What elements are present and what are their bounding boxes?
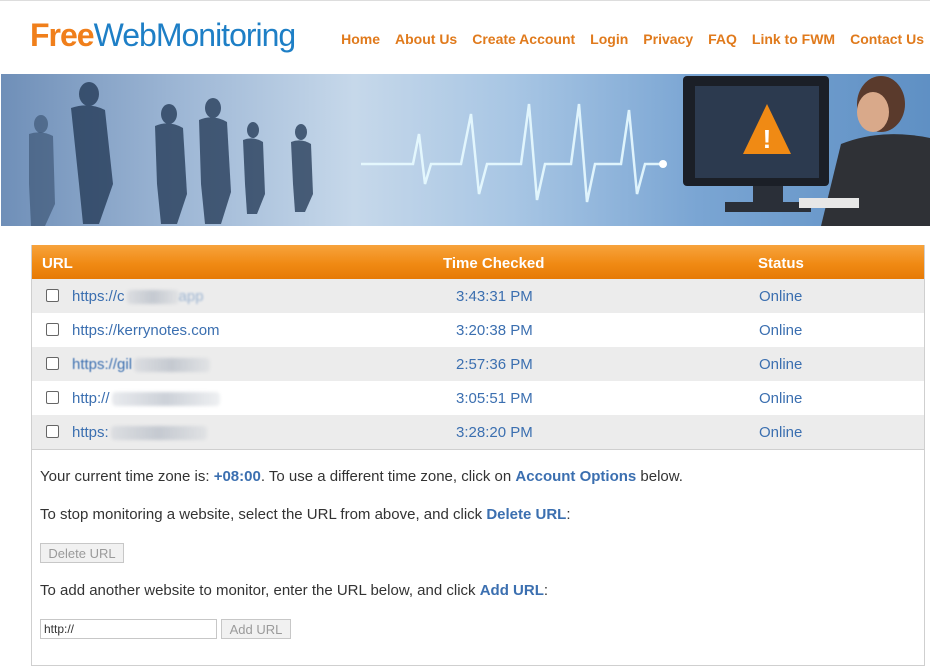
- add-instructions: To add another website to monitor, enter…: [40, 582, 548, 599]
- redacted-url-blur: [111, 392, 220, 407]
- new-url-input[interactable]: http://: [40, 619, 217, 639]
- nav-link-to-fwm[interactable]: Link to FWM: [752, 31, 835, 47]
- row-url[interactable]: https:: [72, 424, 207, 441]
- row-select-checkbox[interactable]: [46, 391, 59, 404]
- row-status: Online: [759, 356, 803, 373]
- row-url[interactable]: https://kerrynotes.com: [72, 322, 220, 339]
- row-status: Online: [759, 322, 803, 339]
- column-header-status: Status: [758, 255, 804, 272]
- row-status: Online: [759, 424, 803, 441]
- table-row: https://kerrynotes.com 3:20:38 PM Online: [32, 313, 924, 347]
- timezone-message: Your current time zone is: +08:00. To us…: [40, 468, 683, 485]
- delete-instructions: To stop monitoring a website, select the…: [40, 506, 571, 523]
- delete-suffix: :: [566, 506, 571, 523]
- row-select-checkbox[interactable]: [46, 357, 59, 370]
- row-url-text: http://: [72, 390, 110, 407]
- delete-url-button[interactable]: Delete URL: [40, 543, 124, 563]
- add-suffix: :: [543, 582, 549, 599]
- row-status: Online: [759, 390, 803, 407]
- row-url[interactable]: https://gil: [72, 356, 211, 373]
- table-row: https: 3:28:20 PM Online: [32, 415, 924, 449]
- redacted-url-blur: [134, 358, 211, 373]
- monitored-urls-panel: URL Time Checked Status https://c app 3:4…: [31, 245, 925, 666]
- table-bottom-divider: [32, 449, 924, 450]
- timezone-middle: . To use a different time zone, click on: [260, 468, 516, 485]
- row-url-text: https:: [72, 424, 109, 441]
- timezone-value: +08:00: [213, 468, 261, 485]
- row-time-checked: 3:28:20 PM: [456, 424, 533, 441]
- delete-prefix: To stop monitoring a website, select the…: [40, 506, 487, 523]
- column-header-time-checked: Time Checked: [443, 255, 545, 272]
- main-nav: Home About Us Create Account Login Priva…: [341, 31, 924, 47]
- logo-free-text: Free: [30, 17, 95, 53]
- nav-about-us[interactable]: About Us: [395, 31, 457, 47]
- redacted-url-blur: [110, 426, 207, 441]
- timezone-suffix: below.: [636, 468, 683, 485]
- row-url-text: https://kerrynotes.com: [72, 322, 220, 339]
- nav-login[interactable]: Login: [590, 31, 628, 47]
- nav-privacy[interactable]: Privacy: [643, 31, 693, 47]
- delete-url-link-text: Delete URL: [486, 506, 567, 523]
- nav-contact-us[interactable]: Contact Us: [850, 31, 924, 47]
- row-time-checked: 3:05:51 PM: [456, 390, 533, 407]
- row-url-suffix: app: [178, 288, 204, 305]
- timezone-prefix: Your current time zone is:: [40, 468, 214, 485]
- row-url[interactable]: https://c app: [72, 288, 204, 305]
- site-logo[interactable]: FreeWebMonitoring: [30, 17, 297, 54]
- site-header: FreeWebMonitoring Home About Us Create A…: [0, 0, 930, 75]
- logo-brand-text: WebMonitoring: [93, 17, 297, 53]
- nav-faq[interactable]: FAQ: [708, 31, 737, 47]
- banner-illustration: !: [29, 76, 930, 226]
- add-url-link-text: Add URL: [479, 582, 544, 599]
- row-url-text: https://c: [72, 288, 125, 305]
- hero-banner-image: !: [1, 74, 930, 226]
- row-select-checkbox[interactable]: [46, 323, 59, 336]
- column-header-url: URL: [42, 255, 73, 272]
- table-row: https://gil 2:57:36 PM Online: [32, 347, 924, 381]
- add-prefix: To add another website to monitor, enter…: [40, 582, 480, 599]
- table-header: URL Time Checked Status: [32, 245, 924, 279]
- svg-text:!: !: [763, 124, 772, 154]
- table-row: http:// 3:05:51 PM Online: [32, 381, 924, 415]
- row-time-checked: 3:43:31 PM: [456, 288, 533, 305]
- table-row: https://c app 3:43:31 PM Online: [32, 279, 924, 313]
- row-url-text: https://gil: [72, 356, 133, 373]
- row-time-checked: 2:57:36 PM: [456, 356, 533, 373]
- account-options-link[interactable]: Account Options: [515, 468, 636, 485]
- nav-create-account[interactable]: Create Account: [472, 31, 575, 47]
- redacted-url-blur: [126, 290, 179, 305]
- add-url-button[interactable]: Add URL: [221, 619, 291, 639]
- nav-home[interactable]: Home: [341, 31, 380, 47]
- row-status: Online: [759, 288, 803, 305]
- page: FreeWebMonitoring Home About Us Create A…: [0, 0, 930, 668]
- row-select-checkbox[interactable]: [46, 289, 59, 302]
- row-time-checked: 3:20:38 PM: [456, 322, 533, 339]
- row-select-checkbox[interactable]: [46, 425, 59, 438]
- row-url[interactable]: http://: [72, 390, 220, 407]
